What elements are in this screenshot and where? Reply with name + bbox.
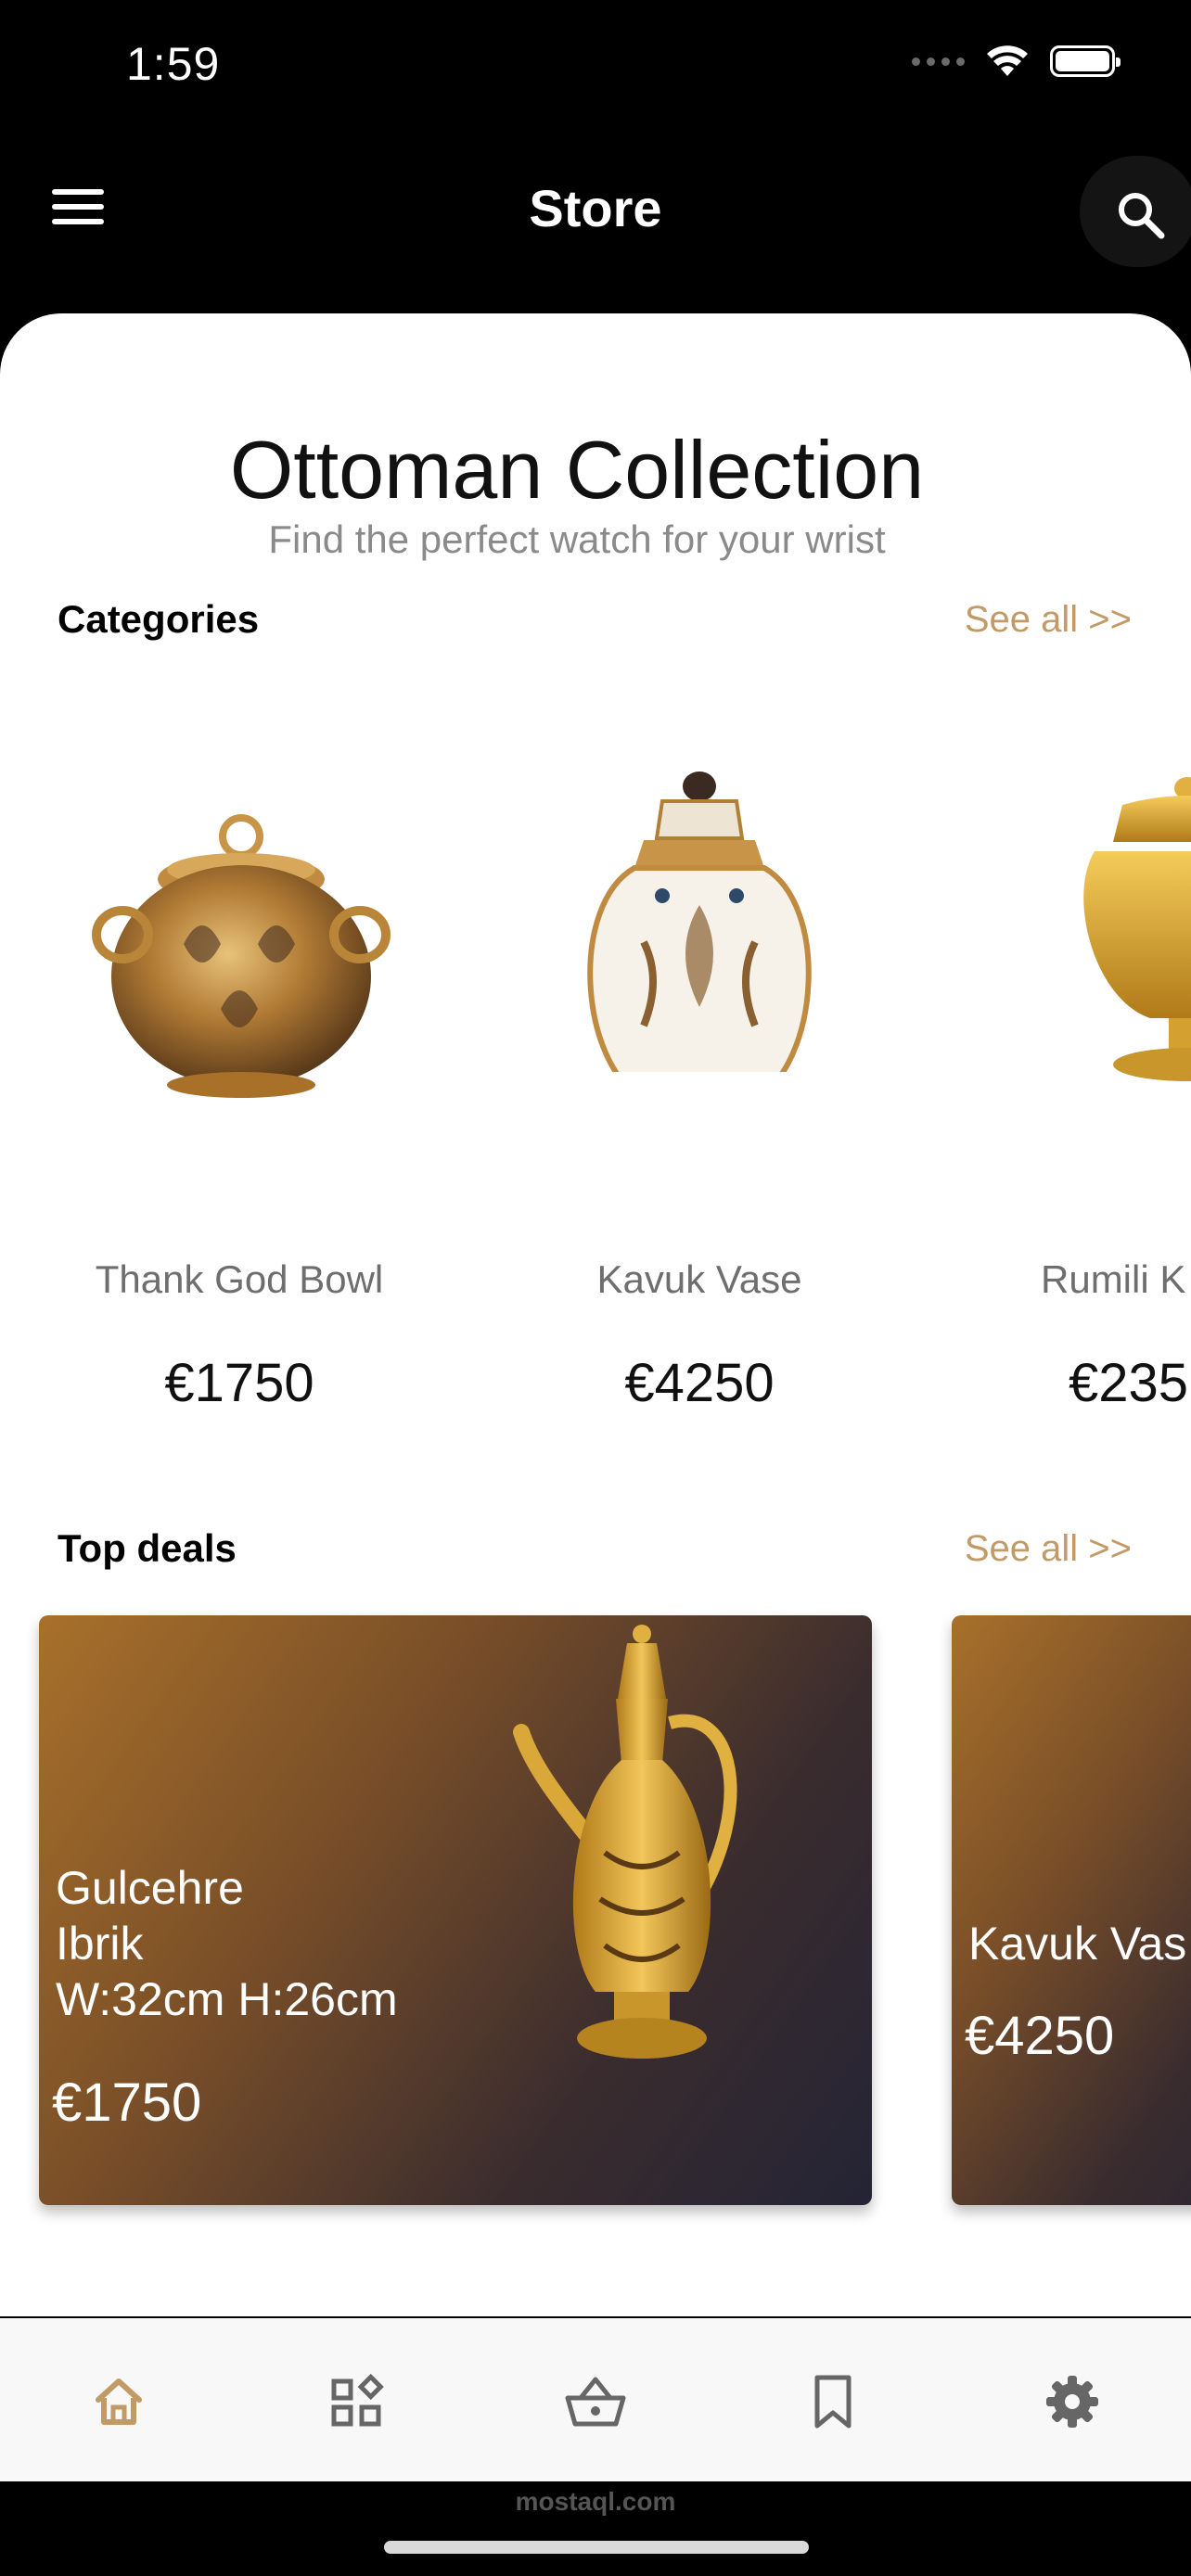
status-icons [912,45,1121,78]
nav-categories[interactable] [319,2365,393,2439]
page-title: Store [529,179,662,237]
cellular-signal-icon [912,57,965,66]
battery-icon [1050,45,1121,77]
deal-title: Gulcehre Ibrik W:32cm H:26cm [56,1862,398,2025]
product-image-ibrik [513,1625,737,2059]
bottom-nav [0,2318,1191,2481]
category-price: €235 [1069,1353,1189,1413]
deal-price: €1750 [52,2072,202,2133]
nav-settings[interactable] [1035,2365,1109,2439]
search-icon [1119,193,1165,239]
categories-see-all-link[interactable]: See all >> [965,599,1132,641]
nav-basket[interactable] [558,2365,633,2439]
status-time: 1:59 [126,38,221,90]
product-image-vase [505,772,894,1129]
status-bar: 1:59 [0,0,1191,139]
deal-card[interactable]: Gulcehre Ibrik W:32cm H:26cm €1750 [39,1615,872,2205]
settings-icon [1046,2376,1098,2428]
bookmark-icon [814,2375,852,2429]
categories-icon [331,2374,384,2427]
collection-subtitle: Find the perfect watch for your wrist [268,517,886,561]
deal-card[interactable]: Kavuk Vas €4250 [952,1615,1191,2205]
categories-heading: Categories [58,597,260,641]
category-name: Kavuk Vase [596,1257,802,1301]
category-item[interactable]: Thank God Bowl €1750 [45,814,434,1413]
basket-icon [565,2377,626,2427]
product-image-bonbonniere [965,777,1191,1129]
category-name: Thank God Bowl [95,1257,384,1301]
watermark: mostaql.com [515,2487,676,2516]
main-content: Ottoman Collection Find the perfect watc… [0,313,1191,2316]
top-deals-see-all-link[interactable]: See all >> [965,1528,1132,1570]
category-item[interactable]: Rumili K €235 [965,777,1191,1413]
category-name: Rumili K [1041,1257,1186,1301]
home-indicator [384,2541,809,2554]
wifi-icon [987,45,1028,76]
deal-price: €4250 [965,2006,1115,2066]
collection-title: Ottoman Collection [229,424,925,516]
product-image-bowl [45,814,434,1129]
category-price: €1750 [164,1353,314,1413]
home-icon [96,2378,142,2425]
search-button[interactable] [1080,156,1191,267]
category-item[interactable]: Kavuk Vase €4250 [505,772,894,1413]
nav-bookmarks[interactable] [796,2365,870,2439]
app-header: Store [0,139,1191,315]
category-price: €4250 [624,1353,775,1413]
top-deals-heading: Top deals [58,1526,237,1570]
deal-title: Kavuk Vas [968,1918,1187,1970]
nav-home[interactable] [82,2365,156,2439]
